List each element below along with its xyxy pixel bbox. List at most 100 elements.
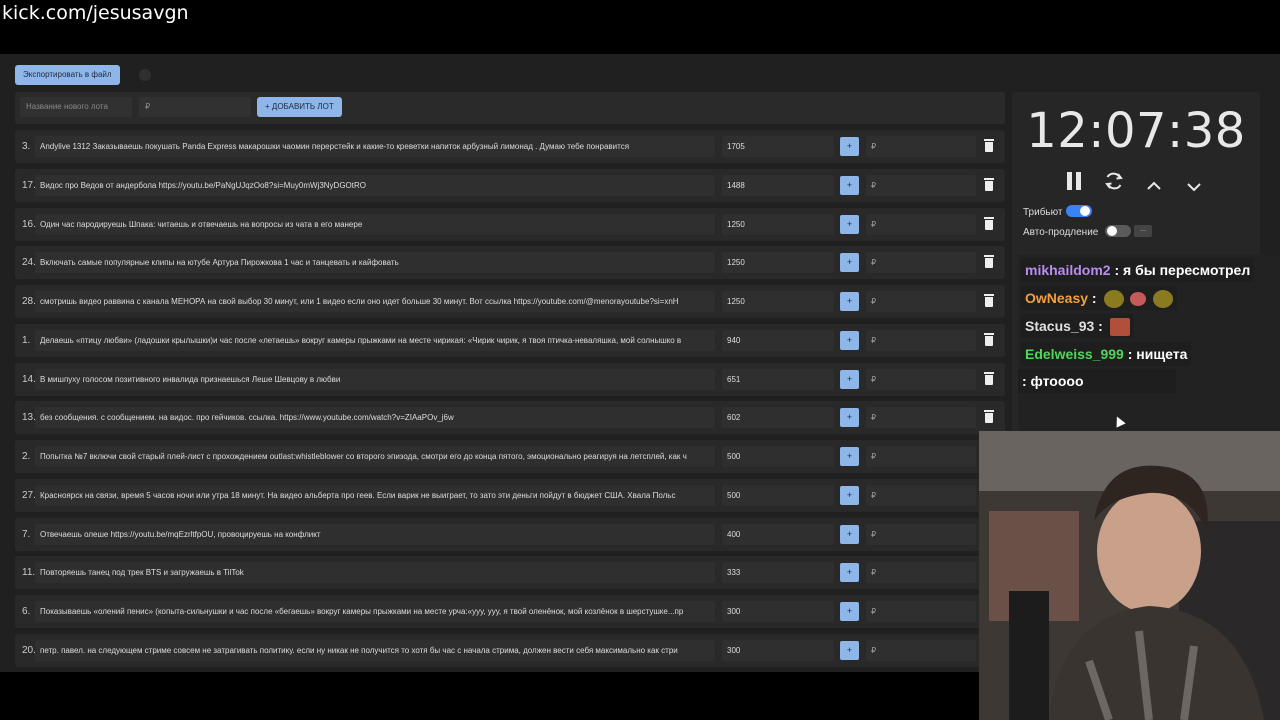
chevron-down-icon[interactable] bbox=[1187, 176, 1201, 197]
lot-name-input[interactable]: Попытка №7 включи свой старый плей-лист … bbox=[35, 446, 715, 467]
new-lot-name-input[interactable]: Название нового лота bbox=[20, 97, 132, 117]
extra-amount-input[interactable]: ₽ bbox=[866, 446, 976, 467]
pause-icon[interactable] bbox=[1066, 172, 1082, 195]
lot-list: 3. Andylive 1312 Заказываешь покушать Pan… bbox=[15, 127, 1005, 670]
lot-amount-field[interactable]: 1250 bbox=[722, 213, 834, 235]
lot-amount-field[interactable]: 1488 bbox=[722, 174, 834, 196]
trash-icon[interactable] bbox=[984, 177, 994, 191]
extra-amount-input[interactable]: ₽ bbox=[866, 136, 976, 157]
lot-name-input[interactable]: Делаешь «птицу любви» (ладошки крылышки)… bbox=[35, 329, 715, 351]
extra-amount-input[interactable]: ₽ bbox=[866, 484, 976, 506]
extra-amount-input[interactable]: ₽ bbox=[866, 562, 976, 584]
lot-amount-field[interactable]: 602 bbox=[722, 407, 834, 429]
lot-number: 17. bbox=[22, 179, 36, 191]
extra-amount-input[interactable]: ₽ bbox=[866, 252, 976, 274]
add-amount-button[interactable]: + bbox=[840, 485, 859, 505]
chevron-up-icon[interactable] bbox=[1147, 175, 1161, 196]
lot-name-input[interactable]: Красноярск на связи, время 5 часов ночи … bbox=[35, 484, 715, 506]
lot-amount-field[interactable]: 940 bbox=[722, 329, 834, 351]
status-dot bbox=[139, 69, 151, 81]
extra-amount-input[interactable]: ₽ bbox=[866, 601, 976, 622]
add-amount-button[interactable]: + bbox=[840, 214, 859, 234]
lot-amount-field[interactable]: 333 bbox=[722, 562, 834, 584]
lot-row: 11. Повторяешь танец под трек BTS и загру… bbox=[15, 553, 1005, 592]
trash-icon[interactable] bbox=[984, 410, 994, 424]
add-amount-button[interactable]: + bbox=[840, 137, 859, 156]
lot-name-input[interactable]: без сообщения. с сообщением. на видос. п… bbox=[35, 407, 715, 429]
lot-row: 16. Один час пародируешь Шпака: читаешь и… bbox=[15, 205, 1005, 244]
lot-amount-field[interactable]: 500 bbox=[722, 446, 834, 467]
lot-name-input[interactable]: Один час пародируешь Шпака: читаешь и от… bbox=[35, 213, 715, 235]
emote-icon bbox=[1109, 318, 1130, 337]
add-amount-button[interactable]: + bbox=[840, 175, 859, 195]
extra-amount-input[interactable]: ₽ bbox=[866, 329, 976, 351]
auto-extend-toggle[interactable] bbox=[1105, 225, 1131, 237]
add-amount-button[interactable]: + bbox=[840, 524, 859, 544]
add-amount-button[interactable]: + bbox=[840, 640, 859, 660]
lot-amount-field[interactable]: 500 bbox=[722, 484, 834, 506]
chat-message: OwNeasy : bbox=[1021, 286, 1178, 310]
lot-name-input[interactable]: Включать самые популярные клипы на ютубе… bbox=[35, 252, 715, 274]
extra-amount-input[interactable]: ₽ bbox=[866, 291, 976, 312]
trash-icon[interactable] bbox=[984, 139, 994, 152]
lot-amount-field[interactable]: 1705 bbox=[722, 136, 834, 157]
chat-overlay: mikhaildom2 : я бы пересмотрел OwNeasy :… bbox=[1018, 255, 1280, 431]
chat-text: : фтоооо bbox=[1022, 373, 1084, 389]
extra-amount-input[interactable]: ₽ bbox=[866, 639, 976, 661]
lot-name-input[interactable]: В мишпуху голосом позитивного инвалида п… bbox=[35, 368, 715, 390]
extra-amount-input[interactable]: ₽ bbox=[866, 174, 976, 196]
trash-icon[interactable] bbox=[984, 216, 994, 230]
add-amount-button[interactable]: + bbox=[840, 447, 859, 466]
lot-row: 27. Красноярск на связи, время 5 часов но… bbox=[15, 476, 1005, 515]
trash-icon[interactable] bbox=[984, 255, 994, 269]
extra-amount-input[interactable]: ₽ bbox=[866, 523, 976, 545]
lot-name-input[interactable]: Видос про Ведов от андербола https://you… bbox=[35, 174, 715, 196]
add-amount-button[interactable]: + bbox=[840, 369, 859, 389]
add-amount-button[interactable]: + bbox=[840, 563, 859, 583]
trash-icon[interactable] bbox=[984, 371, 994, 385]
lot-name-input[interactable]: петр. павел. на следующем стриме совсем … bbox=[35, 639, 715, 661]
add-amount-button[interactable]: + bbox=[840, 602, 859, 621]
lot-row: 7. Отвечаешь олеше https://youtu.be/mqEzr… bbox=[15, 515, 1005, 554]
add-lot-button[interactable]: + ДОБАВИТЬ ЛОТ bbox=[257, 97, 342, 117]
add-amount-button[interactable]: + bbox=[840, 253, 859, 273]
new-lot-amount-input[interactable]: ₽ bbox=[139, 97, 251, 117]
lot-amount-field[interactable]: 1250 bbox=[722, 291, 834, 312]
extra-amount-input[interactable]: ₽ bbox=[866, 213, 976, 235]
extra-amount-input[interactable]: ₽ bbox=[866, 368, 976, 390]
lot-name-input[interactable]: Показываешь «олений пенис» (копыта-сильн… bbox=[35, 601, 715, 622]
lot-number: 20. bbox=[22, 644, 36, 656]
add-amount-button[interactable]: + bbox=[840, 292, 859, 311]
lot-row: 2. Попытка №7 включи свой старый плей-лис… bbox=[15, 437, 1005, 476]
lot-amount-field[interactable]: 300 bbox=[722, 639, 834, 661]
url-text[interactable]: kick.com/jesusavgn bbox=[2, 2, 189, 24]
trash-icon[interactable] bbox=[984, 332, 994, 346]
extra-amount-input[interactable]: ₽ bbox=[866, 407, 976, 429]
lot-name-input[interactable]: Отвечаешь олеше https://youtu.be/mqEzrlt… bbox=[35, 523, 715, 545]
lot-name-input[interactable]: смотришь видео раввина с канала МЕНОРА н… bbox=[35, 291, 715, 312]
lot-amount-field[interactable]: 651 bbox=[722, 368, 834, 390]
add-amount-button[interactable]: + bbox=[840, 330, 859, 350]
tribute-toggle[interactable] bbox=[1066, 205, 1092, 217]
lot-amount-field[interactable]: 1250 bbox=[722, 252, 834, 274]
lot-amount-field[interactable]: 300 bbox=[722, 601, 834, 622]
chat-text: : я бы пересмотрел bbox=[1110, 262, 1251, 278]
lot-number: 28. bbox=[22, 296, 36, 307]
lot-row: 6. Показываешь «олений пенис» (копыта-сил… bbox=[15, 592, 1005, 631]
lot-number: 1. bbox=[22, 334, 31, 346]
chat-username: Edelweiss_999 bbox=[1025, 346, 1124, 362]
lot-row: 20. петр. павел. на следующем стриме совс… bbox=[15, 631, 1005, 670]
lot-amount-field[interactable]: 400 bbox=[722, 523, 834, 545]
lot-number: 13. bbox=[22, 412, 36, 424]
add-amount-button[interactable]: + bbox=[840, 408, 859, 428]
lot-number: 7. bbox=[22, 528, 31, 540]
trash-icon[interactable] bbox=[984, 294, 994, 307]
chat-message: Stacus_93 : bbox=[1021, 314, 1134, 338]
more-button[interactable]: ... bbox=[1134, 225, 1152, 237]
refresh-icon[interactable] bbox=[1104, 171, 1124, 196]
timer-display: 12:07:38 bbox=[1026, 103, 1246, 159]
lot-name-input[interactable]: Повторяешь танец под трек BTS и загружае… bbox=[35, 562, 715, 584]
lot-name-input[interactable]: Andylive 1312 Заказываешь покушать Panda… bbox=[35, 136, 715, 157]
export-button[interactable]: Экспортировать в файл bbox=[15, 65, 120, 85]
chat-message: : фтоооо bbox=[1018, 369, 1176, 393]
